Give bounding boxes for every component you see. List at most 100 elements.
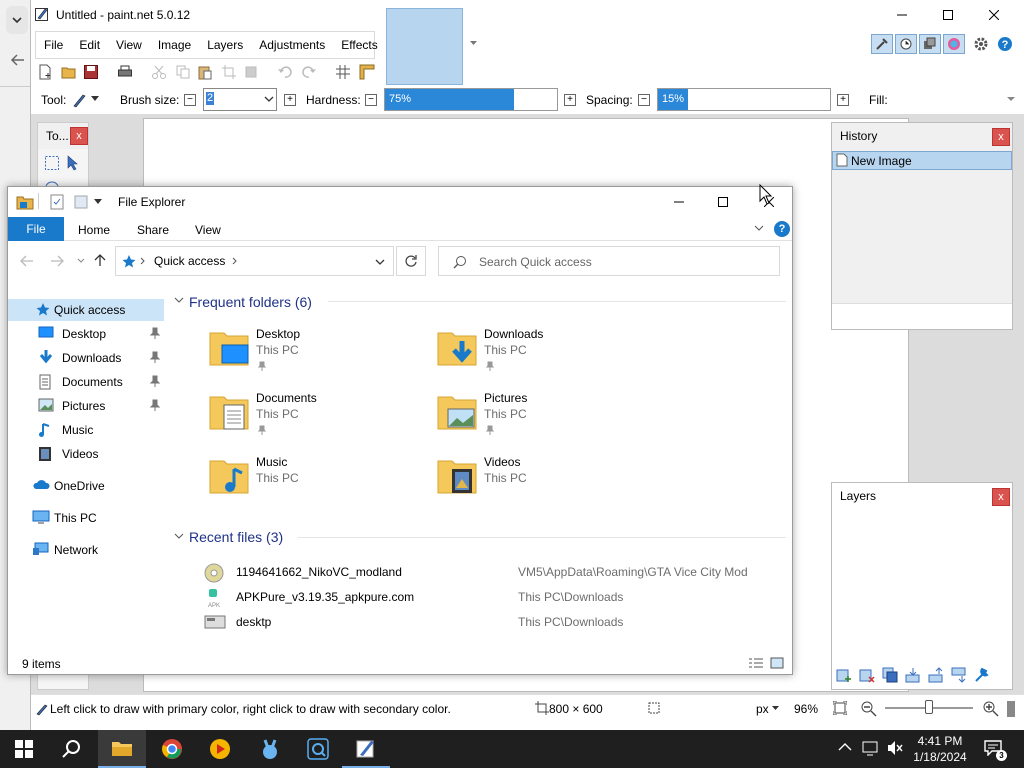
cut-icon[interactable] [151,64,169,82]
layers-panel-close-button[interactable]: x [992,488,1010,506]
tools-window-toggle-icon[interactable] [871,34,893,54]
up-arrow-icon[interactable] [94,253,106,267]
paste-icon[interactable] [197,64,215,82]
history-item[interactable]: New Image [832,151,1012,170]
new-file-icon[interactable] [37,64,55,82]
tools-panel-close-button[interactable]: x [70,127,88,145]
large-icons-view-icon[interactable] [770,657,784,669]
properties-icon[interactable] [50,194,64,210]
expand-ribbon-icon[interactable] [754,225,764,232]
brush-size-decrease-button[interactable]: − [184,94,196,106]
redo-icon[interactable] [301,64,319,82]
close-button[interactable] [971,0,1017,30]
search-input[interactable]: Search Quick access [438,246,780,276]
image-thumbnail[interactable] [386,8,463,85]
sidebar-item-this-pc[interactable]: This PC [8,507,164,529]
sidebar-item-network[interactable]: Network [8,539,164,561]
sidebar-item-documents[interactable]: Documents [8,371,164,393]
sidebar-item-onedrive[interactable]: OneDrive [8,475,164,497]
menu-view[interactable]: View [108,31,150,59]
chevron-down-icon[interactable] [469,40,478,47]
taskbar-clock[interactable]: 4:41 PM 1/18/2024 [900,733,980,765]
paintbrush-icon[interactable] [71,92,87,108]
taskbar-rabbit-app-icon[interactable] [246,730,294,768]
taskbar-paintnet-icon[interactable] [342,730,390,768]
units-select[interactable]: px [756,702,769,716]
tab-home[interactable]: Home [78,223,110,237]
hardness-slider[interactable]: 75% [384,88,558,111]
settings-gear-icon[interactable] [973,36,989,52]
breadcrumb-separator-icon[interactable] [232,257,238,265]
spacing-decrease-button[interactable]: − [638,94,650,106]
start-windows-icon[interactable] [0,730,48,768]
chevron-down-icon[interactable] [6,6,28,34]
zoom-to-window-icon[interactable] [833,701,847,715]
frequent-folder-tile[interactable] [208,325,408,371]
layers-window-toggle-icon[interactable] [919,34,941,54]
help-icon[interactable]: ? [774,221,790,237]
zoom-in-icon[interactable] [983,701,999,717]
tab-view[interactable]: View [195,223,221,237]
deselect-icon[interactable] [243,64,261,82]
network-status-icon[interactable] [862,740,880,756]
frequent-folder-tile[interactable] [208,453,408,499]
brush-size-increase-button[interactable]: + [284,94,296,106]
move-layer-up-icon[interactable] [928,667,944,683]
merge-layer-down-icon[interactable] [905,667,921,683]
add-layer-icon[interactable] [836,667,852,683]
sidebar-item-downloads[interactable]: Downloads [8,347,164,369]
history-window-toggle-icon[interactable] [895,34,917,54]
frequent-folder-tile[interactable] [436,453,636,499]
menu-adjustments[interactable]: Adjustments [251,31,333,59]
menu-edit[interactable]: Edit [71,31,108,59]
print-icon[interactable] [117,64,135,82]
recent-locations-dropdown-icon[interactable] [77,258,85,263]
show-hidden-icons-chevron-icon[interactable] [838,742,852,752]
address-dropdown-icon[interactable] [375,259,385,266]
minimize-button[interactable] [879,0,925,30]
open-folder-icon[interactable] [61,64,79,82]
save-icon[interactable] [83,64,101,82]
breadcrumb[interactable]: Quick access [154,254,225,268]
tab-file[interactable]: File [8,217,64,241]
forward-arrow-icon[interactable] [50,255,64,267]
sidebar-item-videos[interactable]: Videos [8,443,164,465]
menu-effects[interactable]: Effects [333,31,385,59]
spacing-increase-button[interactable]: + [837,94,849,106]
zoom-slider-thumb[interactable] [925,700,933,714]
hardness-increase-button[interactable]: + [564,94,576,106]
colors-window-toggle-icon[interactable] [943,34,965,54]
grid-icon[interactable] [335,64,353,82]
refresh-button[interactable] [396,246,426,276]
recent-files-header[interactable]: Recent files (3) [189,529,283,545]
crop-icon[interactable] [221,64,239,82]
sidebar-item-pictures[interactable]: Pictures [8,395,164,417]
minimize-button[interactable] [656,187,702,217]
copy-icon[interactable] [175,64,193,82]
undo-icon[interactable] [277,64,295,82]
help-icon[interactable]: ? [997,36,1013,52]
move-layer-down-icon[interactable] [951,667,967,683]
back-arrow-icon[interactable] [20,255,34,267]
tool-dropdown-arrow-icon[interactable] [91,96,99,102]
sidebar-item-desktop[interactable]: Desktop [8,323,164,345]
ruler-icon[interactable] [359,64,377,82]
maximize-button[interactable] [925,0,971,30]
menu-image[interactable]: Image [150,31,199,59]
collapse-chevron-icon[interactable] [174,533,184,540]
back-arrow-icon[interactable] [10,52,26,68]
spacing-slider[interactable]: 15% [657,88,831,111]
taskbar-media-player-icon[interactable] [196,730,244,768]
zoom-out-icon[interactable] [861,701,877,717]
menu-layers[interactable]: Layers [199,31,251,59]
units-dropdown-arrow-icon[interactable] [772,706,779,711]
overflow-arrow-icon[interactable] [1007,95,1015,103]
hardness-decrease-button[interactable]: − [365,94,377,106]
move-selection-icon[interactable] [66,155,82,171]
menu-file[interactable]: File [36,31,71,59]
taskbar-file-explorer-icon[interactable] [98,730,146,768]
frequent-folders-header[interactable]: Frequent folders (6) [189,294,312,310]
table-row[interactable] [204,611,786,633]
sidebar-item-quick-access[interactable]: Quick access [8,299,164,321]
layer-properties-icon[interactable] [974,667,990,683]
